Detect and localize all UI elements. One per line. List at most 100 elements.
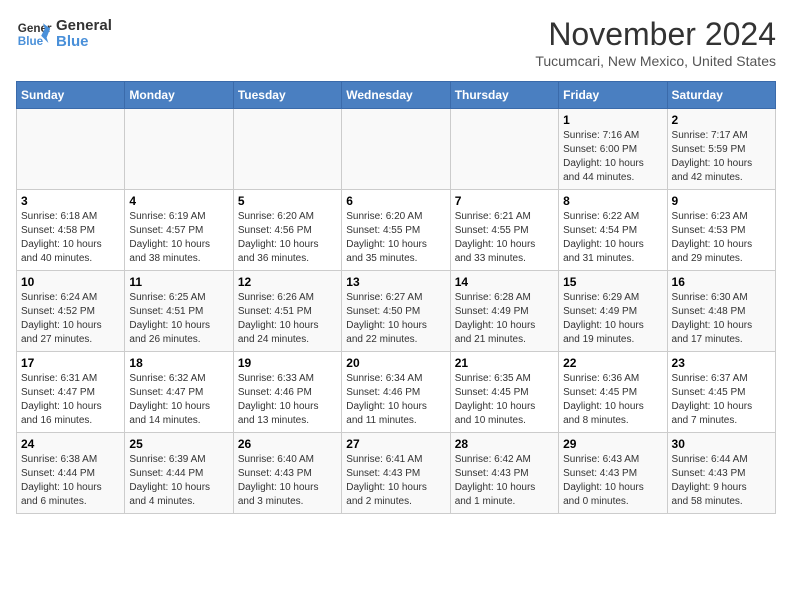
day-cell: 23 Sunrise: 6:37 AM Sunset: 4:45 PM Dayli… [667,352,775,433]
day-number: 15 [563,275,662,289]
day-number: 30 [672,437,771,451]
logo-general: General [56,18,112,35]
day-number: 14 [455,275,554,289]
day-cell: 28Sunrise: 6:42 AM Sunset: 4:43 PM Dayli… [450,433,558,514]
day-detail: Sunrise: 6:19 AM Sunset: 4:57 PM Dayligh… [129,210,228,266]
day-cell: 22 Sunrise: 6:36 AM Sunset: 4:45 PM Dayli… [559,352,667,433]
day-cell: 17Sunrise: 6:31 AM Sunset: 4:47 PM Dayli… [17,352,125,433]
day-number: 13 [346,275,445,289]
day-number: 16 [672,275,771,289]
header-cell-saturday: Saturday [667,82,775,109]
day-cell: 30 Sunrise: 6:44 AM Sunset: 4:43 PM Dayli… [667,433,775,514]
day-detail: Sunrise: 6:29 AM Sunset: 4:49 PM Dayligh… [563,291,662,347]
day-detail: Sunrise: 6:26 AM Sunset: 4:51 PM Dayligh… [238,291,337,347]
day-cell: 20 Sunrise: 6:34 AM Sunset: 4:46 PM Dayli… [342,352,450,433]
day-number: 4 [129,194,228,208]
day-cell: 2 Sunrise: 7:17 AM Sunset: 5:59 PM Daylig… [667,109,775,190]
day-detail: Sunrise: 6:38 AM Sunset: 4:44 PM Dayligh… [21,453,120,509]
day-cell: 13Sunrise: 6:27 AM Sunset: 4:50 PM Dayli… [342,271,450,352]
calendar-body: 1Sunrise: 7:16 AM Sunset: 6:00 PM Daylig… [17,109,776,514]
week-row-5: 24 Sunrise: 6:38 AM Sunset: 4:44 PM Dayli… [17,433,776,514]
day-number: 28 [455,437,554,451]
logo-icon: General Blue [16,16,52,52]
day-detail: Sunrise: 6:24 AM Sunset: 4:52 PM Dayligh… [21,291,120,347]
day-cell: 24 Sunrise: 6:38 AM Sunset: 4:44 PM Dayli… [17,433,125,514]
week-row-3: 10 Sunrise: 6:24 AM Sunset: 4:52 PM Dayli… [17,271,776,352]
day-detail: Sunrise: 6:31 AM Sunset: 4:47 PM Dayligh… [21,372,120,428]
day-cell [125,109,233,190]
day-detail: Sunrise: 6:39 AM Sunset: 4:44 PM Dayligh… [129,453,228,509]
day-number: 29 [563,437,662,451]
svg-text:Blue: Blue [18,35,44,48]
day-number: 24 [21,437,120,451]
day-number: 26 [238,437,337,451]
day-number: 7 [455,194,554,208]
week-row-1: 1Sunrise: 7:16 AM Sunset: 6:00 PM Daylig… [17,109,776,190]
day-cell: 29 Sunrise: 6:43 AM Sunset: 4:43 PM Dayli… [559,433,667,514]
header-cell-wednesday: Wednesday [342,82,450,109]
day-cell: 6 Sunrise: 6:20 AM Sunset: 4:55 PM Daylig… [342,190,450,271]
day-cell: 8Sunrise: 6:22 AM Sunset: 4:54 PM Daylig… [559,190,667,271]
day-detail: Sunrise: 6:32 AM Sunset: 4:47 PM Dayligh… [129,372,228,428]
day-cell: 26 Sunrise: 6:40 AM Sunset: 4:43 PM Dayli… [233,433,341,514]
day-detail: Sunrise: 7:16 AM Sunset: 6:00 PM Dayligh… [563,129,662,185]
day-detail: Sunrise: 6:30 AM Sunset: 4:48 PM Dayligh… [672,291,771,347]
day-number: 2 [672,113,771,127]
day-number: 12 [238,275,337,289]
header-cell-thursday: Thursday [450,82,558,109]
header-cell-monday: Monday [125,82,233,109]
day-cell: 9 Sunrise: 6:23 AM Sunset: 4:53 PM Daylig… [667,190,775,271]
day-number: 9 [672,194,771,208]
day-number: 25 [129,437,228,451]
day-detail: Sunrise: 6:25 AM Sunset: 4:51 PM Dayligh… [129,291,228,347]
day-detail: Sunrise: 6:28 AM Sunset: 4:49 PM Dayligh… [455,291,554,347]
day-number: 23 [672,356,771,370]
day-number: 10 [21,275,120,289]
day-cell: 19 Sunrise: 6:33 AM Sunset: 4:46 PM Dayli… [233,352,341,433]
day-number: 6 [346,194,445,208]
day-cell: 12 Sunrise: 6:26 AM Sunset: 4:51 PM Dayli… [233,271,341,352]
day-detail: Sunrise: 6:41 AM Sunset: 4:43 PM Dayligh… [346,453,445,509]
day-detail: Sunrise: 6:43 AM Sunset: 4:43 PM Dayligh… [563,453,662,509]
day-detail: Sunrise: 6:22 AM Sunset: 4:54 PM Dayligh… [563,210,662,266]
day-number: 18 [129,356,228,370]
day-number: 22 [563,356,662,370]
day-number: 5 [238,194,337,208]
day-detail: Sunrise: 6:44 AM Sunset: 4:43 PM Dayligh… [672,453,771,509]
day-cell: 21Sunrise: 6:35 AM Sunset: 4:45 PM Dayli… [450,352,558,433]
day-number: 21 [455,356,554,370]
day-detail: Sunrise: 6:18 AM Sunset: 4:58 PM Dayligh… [21,210,120,266]
day-detail: Sunrise: 6:20 AM Sunset: 4:55 PM Dayligh… [346,210,445,266]
day-cell [17,109,125,190]
day-cell: 5 Sunrise: 6:20 AM Sunset: 4:56 PM Daylig… [233,190,341,271]
day-cell: 15 Sunrise: 6:29 AM Sunset: 4:49 PM Dayli… [559,271,667,352]
logo: General Blue General Blue [16,16,112,52]
day-cell [342,109,450,190]
week-row-4: 17Sunrise: 6:31 AM Sunset: 4:47 PM Dayli… [17,352,776,433]
day-number: 19 [238,356,337,370]
day-cell: 27 Sunrise: 6:41 AM Sunset: 4:43 PM Dayli… [342,433,450,514]
day-cell: 25 Sunrise: 6:39 AM Sunset: 4:44 PM Dayli… [125,433,233,514]
title-area: November 2024 Tucumcari, New Mexico, Uni… [535,16,776,69]
day-cell: 4 Sunrise: 6:19 AM Sunset: 4:57 PM Daylig… [125,190,233,271]
day-detail: Sunrise: 6:40 AM Sunset: 4:43 PM Dayligh… [238,453,337,509]
day-cell: 1Sunrise: 7:16 AM Sunset: 6:00 PM Daylig… [559,109,667,190]
day-cell: 3 Sunrise: 6:18 AM Sunset: 4:58 PM Daylig… [17,190,125,271]
day-number: 3 [21,194,120,208]
day-detail: Sunrise: 6:33 AM Sunset: 4:46 PM Dayligh… [238,372,337,428]
day-number: 20 [346,356,445,370]
calendar-header: SundayMondayTuesdayWednesdayThursdayFrid… [17,82,776,109]
day-cell: 16 Sunrise: 6:30 AM Sunset: 4:48 PM Dayli… [667,271,775,352]
day-detail: Sunrise: 6:23 AM Sunset: 4:53 PM Dayligh… [672,210,771,266]
day-detail: Sunrise: 6:34 AM Sunset: 4:46 PM Dayligh… [346,372,445,428]
day-detail: Sunrise: 6:36 AM Sunset: 4:45 PM Dayligh… [563,372,662,428]
header-cell-friday: Friday [559,82,667,109]
day-detail: Sunrise: 6:20 AM Sunset: 4:56 PM Dayligh… [238,210,337,266]
day-number: 27 [346,437,445,451]
day-number: 11 [129,275,228,289]
header-cell-tuesday: Tuesday [233,82,341,109]
logo-blue: Blue [56,34,112,51]
day-detail: Sunrise: 6:37 AM Sunset: 4:45 PM Dayligh… [672,372,771,428]
day-cell [450,109,558,190]
day-detail: Sunrise: 7:17 AM Sunset: 5:59 PM Dayligh… [672,129,771,185]
